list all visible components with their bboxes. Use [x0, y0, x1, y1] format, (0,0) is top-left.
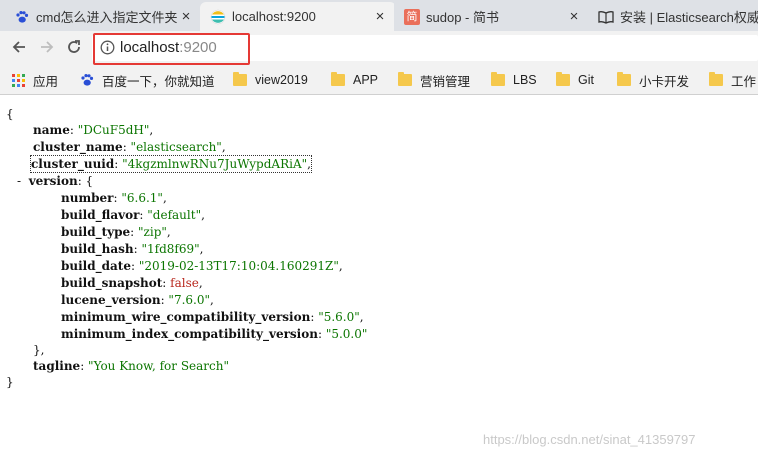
- bookmarks-bar: 应用 百度一下，你就知道 view2019 APP 营销管理 LBS Git 小…: [0, 65, 758, 95]
- tab-title: sudop - 简书: [426, 10, 499, 25]
- apps-grid-icon: [11, 73, 25, 87]
- json-close-brace: }: [6, 375, 14, 389]
- bookmark-label: 营销管理: [420, 74, 471, 89]
- folder-icon: [491, 72, 505, 87]
- close-icon[interactable]: ×: [566, 8, 582, 25]
- bookmark-app[interactable]: APP: [331, 72, 378, 88]
- bookmark-view2019[interactable]: view2019: [233, 72, 308, 88]
- baidu-paw-icon: [14, 9, 30, 25]
- json-row-version: - version: {: [17, 174, 94, 188]
- tab-title: localhost:9200: [232, 9, 316, 24]
- jianshu-logo-text: 简: [404, 8, 420, 25]
- bookmark-baidu[interactable]: 百度一下，你就知道: [80, 72, 215, 89]
- close-icon[interactable]: ×: [178, 8, 194, 25]
- book-icon: [598, 9, 614, 25]
- json-row-min-index-version: minimum_index_compatibility_version: "5.…: [61, 327, 368, 341]
- folder-icon: [709, 72, 723, 87]
- elastic-logo-icon: [210, 9, 226, 25]
- bookmark-label: 工作: [731, 74, 757, 89]
- json-row-build-type: build_type: "zip",: [61, 225, 171, 239]
- json-row-build-hash: build_hash: "1fd8f69",: [61, 242, 204, 256]
- arrow-right-icon: [41, 41, 54, 53]
- bookmark-label: LBS: [513, 73, 537, 87]
- tab-elasticsearch-guide[interactable]: 安装 | Elasticsearch权威: [588, 2, 758, 31]
- json-row-min-wire-version: minimum_wire_compatibility_version: "5.6…: [61, 310, 364, 324]
- back-button[interactable]: [8, 36, 30, 58]
- json-row-build-snapshot: build_snapshot: false,: [61, 276, 203, 290]
- json-row-name: name: "DCuF5dH",: [33, 123, 154, 137]
- bookmark-git[interactable]: Git: [556, 72, 594, 88]
- bookmark-marketing[interactable]: 营销管理: [398, 72, 471, 89]
- address-highlight-box: [93, 33, 250, 65]
- watermark: https://blog.csdn.net/sinat_41359797: [483, 432, 696, 447]
- tab-jianshu[interactable]: 简 sudop - 简书 ×: [394, 2, 590, 31]
- json-row-build-flavor: build_flavor: "default",: [61, 208, 205, 222]
- bookmark-label: APP: [353, 73, 379, 87]
- folder-icon: [556, 72, 570, 87]
- baidu-paw-icon: [80, 73, 94, 87]
- tab-cmd[interactable]: cmd怎么进入指定文件夹 ×: [4, 2, 202, 31]
- tab-strip: cmd怎么进入指定文件夹 × localhost:9200 × 简 sudop …: [0, 0, 758, 31]
- bookmark-label: view2019: [255, 73, 308, 87]
- bookmark-work[interactable]: 工作: [709, 72, 757, 89]
- tab-title: cmd怎么进入指定文件夹: [36, 10, 178, 25]
- folder-icon: [617, 72, 631, 87]
- bookmark-label: 小卡开发: [639, 74, 690, 89]
- tab-localhost[interactable]: localhost:9200 ×: [200, 2, 396, 31]
- json-row-cluster-name: cluster_name: "elasticsearch",: [33, 140, 226, 154]
- reload-button[interactable]: [63, 36, 85, 58]
- json-row-number: number: "6.6.1",: [61, 191, 167, 205]
- bookmark-label: 百度一下，你就知道: [102, 74, 215, 89]
- bookmark-lbs[interactable]: LBS: [491, 72, 537, 88]
- bookmark-label: Git: [578, 73, 594, 87]
- json-row-tagline: tagline: "You Know, for Search": [33, 359, 230, 373]
- jianshu-logo-icon: 简: [404, 8, 420, 25]
- arrow-left-icon: [12, 41, 25, 53]
- tab-title: 安装 | Elasticsearch权威: [620, 10, 758, 25]
- bookmark-xiaoka[interactable]: 小卡开发: [617, 72, 690, 89]
- folder-icon: [331, 72, 345, 87]
- json-row-build-date: build_date: "2019-02-13T17:10:04.160291Z…: [61, 259, 343, 273]
- json-row-lucene-version: lucene_version: "7.6.0",: [61, 293, 214, 307]
- folder-icon: [233, 72, 247, 87]
- reload-icon: [68, 40, 80, 53]
- forward-button[interactable]: [36, 36, 58, 58]
- json-open-brace: {: [6, 107, 14, 121]
- json-version-close: },: [33, 343, 45, 357]
- json-viewer: { name: "DCuF5dH", cluster_name: "elasti…: [0, 96, 758, 460]
- close-icon[interactable]: ×: [372, 8, 388, 25]
- folder-icon: [398, 72, 412, 87]
- bookmark-label: 应用: [33, 74, 59, 89]
- json-row-cluster-uuid: cluster_uuid: "4kgzmlnwRNu7JuWypdARiA",: [30, 155, 312, 173]
- bookmark-apps[interactable]: 应用: [11, 72, 59, 89]
